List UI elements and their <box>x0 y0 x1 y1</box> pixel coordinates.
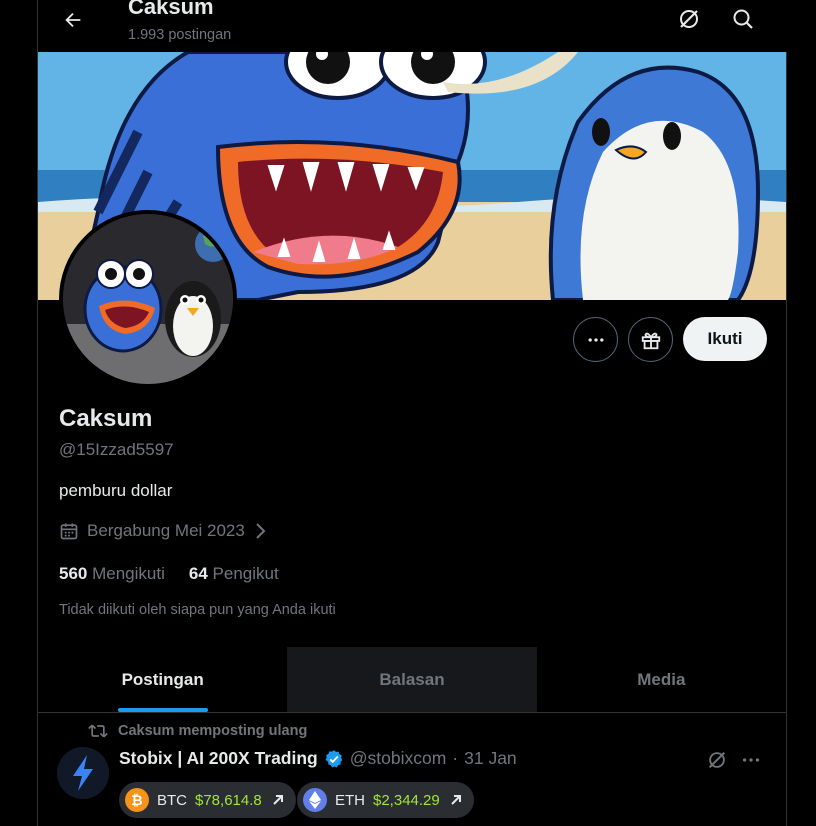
bitcoin-icon: ₿ <box>125 788 149 812</box>
post-author-avatar[interactable] <box>57 747 109 799</box>
tab-replies[interactable]: Balasan <box>287 647 537 712</box>
followers-label: Pengikut <box>212 564 279 583</box>
tab-replies-label: Balasan <box>379 669 445 689</box>
grok-icon[interactable] <box>706 749 728 771</box>
ticker-pill-eth[interactable]: ETH $2,344.29 <box>297 782 474 818</box>
stobix-logo <box>57 747 109 799</box>
join-date[interactable]: Bergabung Mei 2023 <box>59 521 269 541</box>
not-followed-note: Tidak diikuti oleh siapa pun yang Anda i… <box>59 602 336 618</box>
post-header: Stobix | AI 200X Trading @stobixcom · 31… <box>119 748 517 769</box>
ethereum-icon <box>303 788 327 812</box>
search-icon <box>733 9 753 29</box>
back-button[interactable] <box>56 3 90 37</box>
post-date[interactable]: 31 Jan <box>464 748 517 769</box>
avatar[interactable] <box>59 210 237 388</box>
repost-icon <box>88 724 108 738</box>
active-tab-indicator <box>117 708 208 712</box>
grok-button[interactable] <box>671 1 707 37</box>
join-date-label: Bergabung Mei 2023 <box>87 521 245 540</box>
grok-icon <box>680 10 698 28</box>
followers-count: 64 <box>188 564 208 583</box>
tab-media-label: Media <box>637 669 686 689</box>
tab-posts-label: Postingan <box>121 669 204 689</box>
tab-media[interactable]: Media <box>537 647 786 712</box>
follow-button[interactable]: Ikuti <box>683 317 767 361</box>
arrow-up-right-icon <box>273 795 283 805</box>
follow-stats: 560 Mengikuti 64 Pengikut <box>59 564 279 584</box>
gift-button[interactable] <box>628 317 673 362</box>
following-link[interactable]: 560 Mengikuti <box>59 564 165 584</box>
more-icon <box>588 337 603 342</box>
followers-link[interactable]: 64 Pengikut <box>189 564 279 584</box>
more-options-button[interactable] <box>573 317 618 362</box>
arrow-up-right-icon <box>451 795 461 805</box>
chevron-right-icon <box>256 523 266 539</box>
profile-handle: @15Izzad5597 <box>59 440 174 459</box>
avatar-image <box>63 214 233 384</box>
post-count: 1.993 postingan <box>128 27 232 43</box>
ticker-price: $78,614.8 <box>195 791 262 809</box>
profile-column: Caksum 1.993 postingan Ikuti Caksum @15I… <box>37 0 788 826</box>
repost-label: Caksum memposting ulang <box>118 723 308 739</box>
post-author-name[interactable]: Stobix | AI 200X Trading <box>119 748 318 769</box>
page-title: Caksum <box>128 0 214 19</box>
following-count: 560 <box>59 564 88 583</box>
following-label: Mengikuti <box>92 564 165 583</box>
tab-posts[interactable]: Postingan <box>38 647 287 712</box>
more-icon[interactable] <box>740 749 762 771</box>
back-arrow-icon <box>65 12 81 28</box>
profile-bio: pemburu dollar <box>59 481 173 500</box>
post-actions <box>706 749 762 771</box>
gift-icon <box>641 332 660 349</box>
verified-icon <box>325 749 343 767</box>
calendar-icon <box>60 523 78 540</box>
post-author-handle[interactable]: @stobixcom <box>350 748 447 769</box>
ticker-pill-btc[interactable]: ₿ BTC $78,614.8 <box>119 782 296 818</box>
repost-indicator[interactable]: Caksum memposting ulang <box>88 722 307 740</box>
separator: · <box>452 748 459 768</box>
search-button[interactable] <box>725 1 761 37</box>
ticker-price: $2,344.29 <box>373 791 440 809</box>
profile-name: Caksum <box>59 405 153 432</box>
ticker-symbol: BTC <box>157 791 187 809</box>
ticker-symbol: ETH <box>335 791 365 809</box>
profile-tabs: Postingan Balasan Media <box>38 647 786 713</box>
top-bar: Caksum 1.993 postingan <box>38 0 788 52</box>
